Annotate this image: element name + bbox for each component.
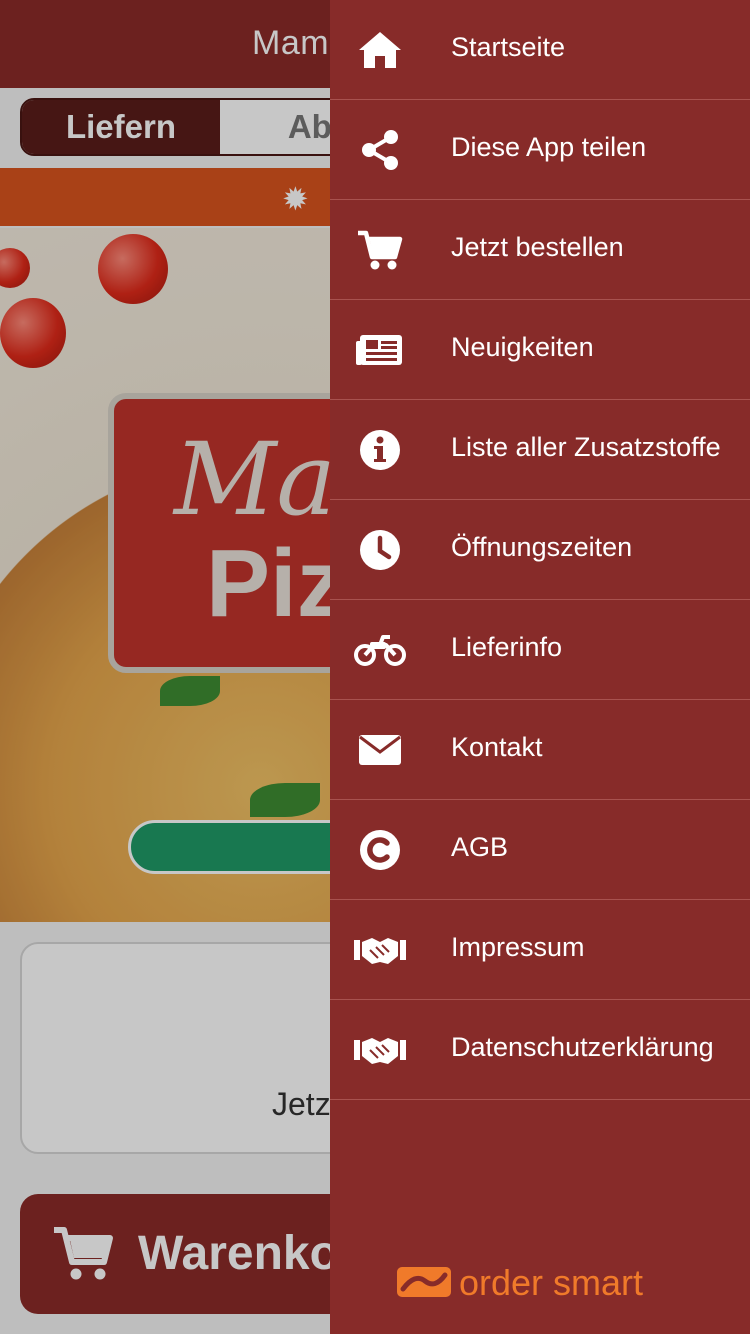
menu-item-datenschutz[interactable]: Datenschutzerklärung <box>330 1000 750 1100</box>
menu-item-label: Jetzt bestellen <box>451 232 624 262</box>
menu-item-label: Datenschutzerklärung <box>451 1032 714 1062</box>
menu-item-share[interactable]: Diese App teilen <box>330 100 750 200</box>
menu-item-label: Diese App teilen <box>451 132 647 162</box>
menu-item-oeffnungszeiten[interactable]: Öffnungszeiten <box>330 500 750 600</box>
order-smart-logo: order smart <box>397 1262 677 1308</box>
menu-item-bestellen[interactable]: Jetzt bestellen <box>330 200 750 300</box>
menu-item-label: Neuigkeiten <box>451 332 594 362</box>
cart-icon <box>354 226 406 274</box>
menu-item-label: Startseite <box>451 32 566 62</box>
newspaper-icon <box>354 326 406 374</box>
menu-item-impressum[interactable]: Impressum <box>330 900 750 1000</box>
info-icon <box>354 426 406 474</box>
menu-item-agb[interactable]: AGB <box>330 800 750 900</box>
order-smart-mark-icon <box>397 1267 451 1297</box>
handshake-icon <box>354 926 406 974</box>
menu-item-label: Lieferinfo <box>451 632 563 662</box>
menu-item-lieferinfo[interactable]: Lieferinfo <box>330 600 750 700</box>
menu-item-label: Liste aller Zusatzstoffe <box>451 432 721 462</box>
menu-item-label: Kontakt <box>451 732 543 762</box>
navigation-drawer: Startseite Diese App teilen Jetzt bestel… <box>330 0 750 1334</box>
menu-item-kontakt[interactable]: Kontakt <box>330 700 750 800</box>
motorcycle-icon <box>354 626 406 674</box>
share-icon <box>354 126 406 174</box>
clock-icon <box>354 526 406 574</box>
copyright-icon <box>354 826 406 874</box>
envelope-icon <box>354 726 406 774</box>
home-icon <box>354 26 406 74</box>
brand-name: order smart <box>459 1262 644 1303</box>
menu-item-neuigkeiten[interactable]: Neuigkeiten <box>330 300 750 400</box>
menu-item-label: AGB <box>451 832 509 862</box>
menu-item-label: Impressum <box>451 932 585 962</box>
menu-item-startseite[interactable]: Startseite <box>330 0 750 100</box>
menu-item-label: Öffnungszeiten <box>451 532 633 562</box>
handshake-icon <box>354 1026 406 1074</box>
menu-item-zusatzstoffe[interactable]: Liste aller Zusatzstoffe <box>330 400 750 500</box>
